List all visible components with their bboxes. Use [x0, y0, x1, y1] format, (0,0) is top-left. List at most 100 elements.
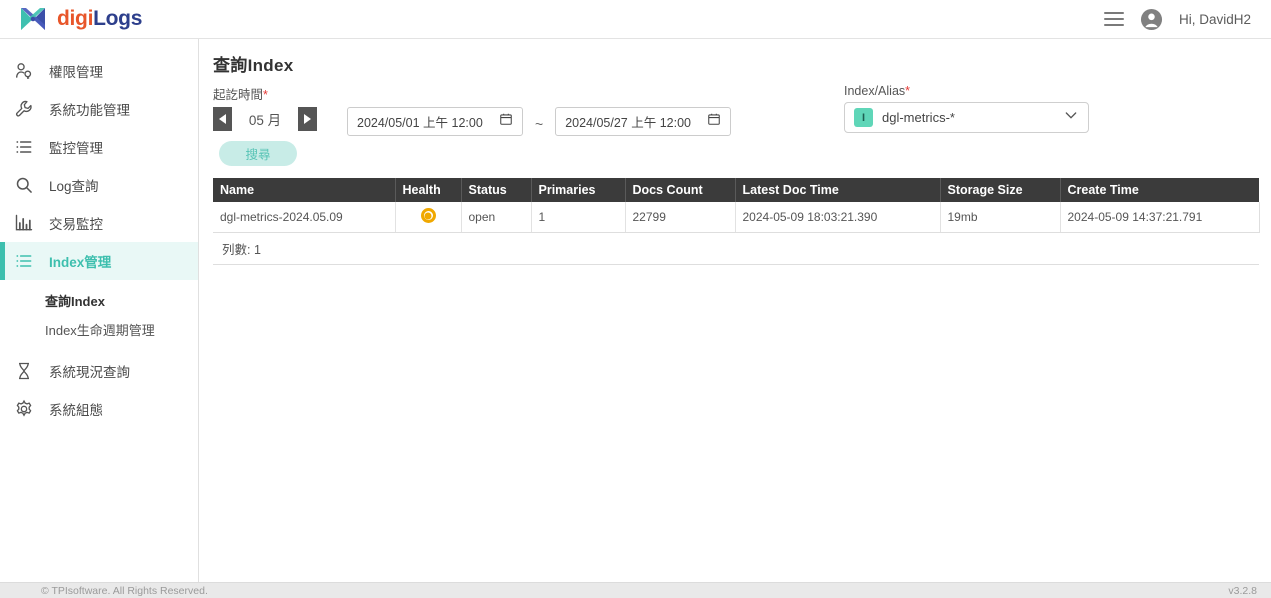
gear-icon: [13, 398, 35, 420]
cell-storage-size: 19mb: [940, 202, 1061, 233]
sidebar: 權限管理 系統功能管理 監控管理 Log查詢 交易監控 Index管理 查詢In…: [0, 39, 199, 582]
column-header-status[interactable]: Status: [461, 178, 532, 202]
hamburger-line: [1103, 24, 1124, 26]
sidebar-item-label: Index管理: [49, 255, 112, 270]
index-alias-label-text: Index/Alias: [844, 84, 906, 98]
search-button[interactable]: 搜尋: [219, 141, 297, 166]
cell-health: [395, 202, 462, 233]
sidebar-item-label: 系統組態: [49, 403, 103, 418]
page-title: 查詢Index: [213, 56, 294, 75]
month-stepper: 05 月: [213, 107, 317, 131]
index-table: Name Health Status Primaries Docs Count …: [213, 178, 1260, 265]
next-month-button[interactable]: [298, 107, 317, 131]
user-greeting: Hi, DavidH2: [1178, 11, 1251, 27]
cell-create-time: 2024-05-09 14:37:21.791: [1060, 202, 1260, 233]
time-range-label: 起訖時間*: [213, 84, 1271, 103]
brand-name-part2: Logs: [93, 7, 143, 30]
list-icon: [13, 136, 35, 158]
date-to-value: 2024/05/27 上午 12:00: [565, 116, 691, 130]
hourglass-icon: [13, 360, 35, 382]
sidebar-item-system-function[interactable]: 系統功能管理: [0, 90, 198, 128]
brand-name: digiLogs: [57, 7, 142, 31]
sidebar-item-index-manage[interactable]: Index管理: [0, 242, 198, 280]
required-asterisk: *: [905, 84, 911, 98]
column-header-latest-doc-time[interactable]: Latest Doc Time: [735, 178, 941, 202]
sidebar-subitem-query-index[interactable]: 查詢Index: [0, 286, 198, 315]
index-alias-label: Index/Alias*: [844, 84, 1094, 98]
table-header-row: Name Health Status Primaries Docs Count …: [213, 178, 1259, 202]
cell-status: open: [461, 202, 532, 233]
health-status-yellow-icon: [420, 208, 436, 223]
sidebar-item-permission[interactable]: 權限管理: [0, 52, 198, 90]
table-header: Name Health Status Primaries Docs Count …: [213, 178, 1259, 202]
sidebar-item-label: 權限管理: [49, 65, 103, 80]
month-value: 05 月: [248, 113, 282, 128]
brand-name-part1: digi: [57, 7, 94, 30]
sidebar-item-label: Log查詢: [49, 179, 99, 194]
index-alias-value: dgl-metrics-*: [882, 110, 955, 125]
main-content: 查詢Index 起訖時間* 05 月 搜尋 2024/05/01 上午 12:0…: [199, 39, 1271, 582]
column-header-name[interactable]: Name: [213, 178, 396, 202]
hamburger-line: [1103, 18, 1124, 20]
cell-name: dgl-metrics-2024.05.09: [213, 202, 396, 233]
sidebar-item-log-query[interactable]: Log查詢: [0, 166, 198, 204]
sidebar-item-label: 交易監控: [49, 217, 103, 232]
cell-docs-count: 22799: [625, 202, 736, 233]
row-count-label: 列數: 1: [213, 232, 1259, 265]
hamburger-line: [1103, 12, 1124, 14]
top-bar-right: Hi, DavidH2: [1103, 8, 1271, 31]
sidebar-item-label: 監控管理: [49, 141, 103, 156]
right-arrow-icon: [304, 114, 311, 124]
sidebar-item-transaction-monitor[interactable]: 交易監控: [0, 204, 198, 242]
cell-latest-doc-time: 2024-05-09 18:03:21.390: [735, 202, 941, 233]
index-alias-select[interactable]: I dgl-metrics-*: [844, 102, 1089, 133]
index-table-wrapper: Name Health Status Primaries Docs Count …: [199, 178, 1271, 265]
sidebar-subitem-label: 查詢Index: [45, 294, 105, 309]
filter-bar: 起訖時間* 05 月 搜尋 2024/05/01 上午 12:00 ~ 2024…: [199, 76, 1271, 174]
table-row[interactable]: dgl-metrics-2024.05.09 open 1 22799 2024…: [213, 202, 1260, 233]
date-to-input[interactable]: 2024/05/27 上午 12:00: [555, 107, 732, 136]
application-window: digiLogs Hi, DavidH2 權限管理 系統功能管理 監控管理 Lo…: [0, 0, 1271, 598]
wrench-icon: [13, 98, 35, 120]
digilogs-logo-icon: [18, 5, 48, 33]
account-circle-icon[interactable]: [1140, 8, 1163, 31]
date-from-input[interactable]: 2024/05/01 上午 12:00: [347, 107, 523, 136]
sidebar-item-system-status[interactable]: 系統現況查詢: [0, 352, 198, 390]
sidebar-item-label: 系統現況查詢: [49, 365, 130, 380]
required-asterisk: *: [263, 88, 268, 102]
index-alias-block: Index/Alias* I dgl-metrics-*: [844, 84, 1094, 133]
version-text: v3.2.8: [1228, 584, 1257, 597]
footer-bar: © TPIsoftware. All Rights Reserved. v3.2…: [0, 582, 1271, 598]
column-header-create-time[interactable]: Create Time: [1060, 178, 1259, 202]
date-range-group: 05 月 搜尋 2024/05/01 上午 12:00 ~ 2024/05/27…: [213, 107, 1271, 166]
calendar-icon[interactable]: [499, 112, 513, 131]
chevron-down-icon[interactable]: [1063, 107, 1079, 128]
sidebar-subitem-label: Index生命週期管理: [45, 323, 155, 338]
column-header-storage-size[interactable]: Storage Size: [940, 178, 1061, 202]
cell-primaries: 1: [531, 202, 626, 233]
search-icon: [13, 174, 35, 196]
sidebar-item-label: 系統功能管理: [49, 103, 130, 118]
date-inputs-row: 2024/05/01 上午 12:00 ~ 2024/05/27 上午 12:0…: [317, 107, 732, 136]
table-body: dgl-metrics-2024.05.09 open 1 22799 2024…: [213, 202, 1260, 265]
top-bar: digiLogs Hi, DavidH2: [0, 0, 1271, 39]
column-header-docs-count[interactable]: Docs Count: [625, 178, 736, 202]
brand-logo-area[interactable]: digiLogs: [0, 5, 200, 33]
prev-month-button[interactable]: [213, 107, 232, 131]
bar-chart-icon: [13, 212, 35, 234]
table-count-row: 列數: 1: [213, 232, 1259, 265]
calendar-icon[interactable]: [707, 112, 721, 131]
sidebar-subitem-index-lifecycle[interactable]: Index生命週期管理: [0, 315, 198, 344]
column-header-primaries[interactable]: Primaries: [531, 178, 626, 202]
person-key-icon: [13, 60, 35, 82]
list-icon: [13, 250, 35, 272]
date-range-separator: ~: [535, 115, 544, 132]
sidebar-item-system-config[interactable]: 系統組態: [0, 390, 198, 428]
date-from-value: 2024/05/01 上午 12:00: [357, 116, 483, 130]
month-stepper-column: 05 月 搜尋: [213, 107, 317, 166]
time-range-label-text: 起訖時間: [213, 88, 264, 102]
sidebar-item-monitor-manage[interactable]: 監控管理: [0, 128, 198, 166]
column-header-health[interactable]: Health: [395, 178, 462, 202]
left-arrow-icon: [219, 114, 226, 124]
hamburger-icon[interactable]: [1103, 12, 1124, 26]
